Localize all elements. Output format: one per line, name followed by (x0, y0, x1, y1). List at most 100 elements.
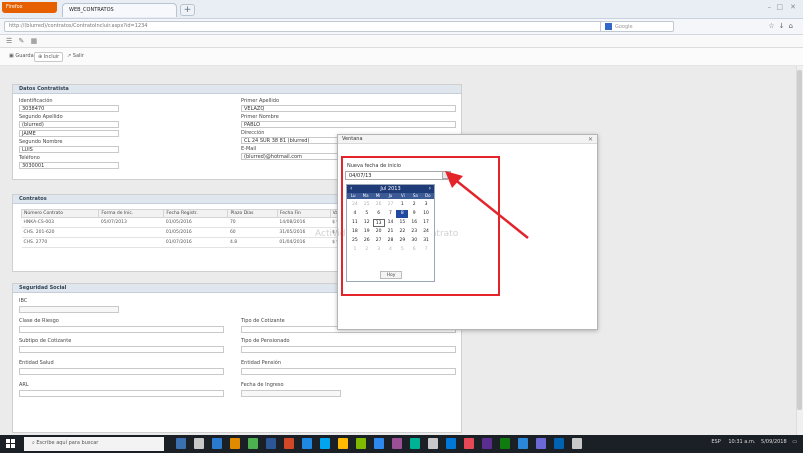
new-tab-button[interactable]: + (180, 4, 195, 16)
column-header[interactable]: Plazo Días (227, 209, 278, 218)
table-cell (98, 237, 164, 248)
segundo-nombre-field[interactable]: LUIS (19, 146, 119, 153)
column-header[interactable]: Forma de Inic. (98, 209, 165, 218)
guardar-label: Guardar (15, 53, 36, 59)
browser-navbar: http://(blurred)/contratos/ContratoInclu… (0, 19, 803, 35)
home-icon[interactable]: ⌂ (789, 22, 797, 30)
search-input[interactable]: Google (600, 21, 674, 32)
tipo-pensionado-label: Tipo de Pensionado (241, 338, 290, 344)
menu-icon[interactable]: ☰ (6, 37, 12, 45)
app-icon[interactable] (500, 438, 510, 449)
identificacion-field[interactable]: 3038470 (19, 105, 119, 112)
app-icon[interactable] (356, 438, 366, 449)
app-icon[interactable] (266, 438, 276, 449)
app-icon[interactable] (428, 438, 438, 449)
app-icon[interactable] (320, 438, 330, 449)
incluir-button[interactable]: ⊕ Incluir (34, 52, 64, 62)
url-text: http://(blurred)/contratos/ContratoInclu… (9, 23, 148, 29)
app-icon[interactable] (554, 438, 564, 449)
salir-label: Salir (72, 53, 84, 59)
app-icon[interactable] (248, 438, 258, 449)
app-icon[interactable] (338, 438, 348, 449)
clock-date[interactable]: 5/09/2018 (761, 439, 787, 445)
app-icon[interactable] (194, 438, 204, 449)
add-icon: ⊕ (38, 54, 43, 60)
tipo-cotizante-label: Tipo de Cotizante (241, 318, 285, 324)
primer-nombre-extra-field[interactable]: JAIME (19, 130, 119, 137)
arl-select[interactable] (19, 390, 224, 397)
firefox-menu-button[interactable]: Firefox (2, 2, 57, 13)
app-icon[interactable] (446, 438, 456, 449)
email-label: E-Mail (241, 146, 257, 152)
tab-title: WEB_CONTRATOS (69, 7, 114, 13)
clock-time[interactable]: 10:31 a.m. (728, 439, 755, 445)
windows-taskbar: ⌕ Escribe aquí para buscar ESP 10:31 a.m… (0, 435, 803, 453)
subtipo-cotizante-select[interactable] (19, 346, 224, 353)
segundo-apellido-field[interactable]: (blurred) (19, 121, 119, 128)
taskbar-search-text: Escribe aquí para buscar (36, 440, 99, 446)
ibc-field[interactable] (19, 306, 119, 313)
clase-riesgo-label: Clase de Riesgo (19, 318, 59, 324)
app-icon[interactable] (536, 438, 546, 449)
column-header[interactable]: Fecha Registr. (163, 209, 229, 218)
notification-icon[interactable]: ▭ (792, 439, 797, 445)
close-icon[interactable]: ✕ (588, 136, 593, 143)
app-icon[interactable] (374, 438, 384, 449)
app-icon[interactable] (482, 438, 492, 449)
close-window-icon[interactable]: ✕ (790, 3, 796, 11)
entidad-salud-label: Entidad Salud (19, 360, 54, 366)
app-icon[interactable] (284, 438, 294, 449)
entidad-pension-select[interactable] (241, 368, 456, 375)
app-icon[interactable] (572, 438, 582, 449)
taskbar-search-input[interactable]: ⌕ Escribe aquí para buscar (24, 437, 164, 451)
telefono-field[interactable]: 3030001 (19, 162, 119, 169)
windows-start-icon[interactable] (6, 439, 16, 449)
maximize-icon[interactable]: □ (776, 3, 783, 11)
url-bar[interactable]: http://(blurred)/contratos/ContratoInclu… (4, 21, 642, 32)
table-cell (98, 227, 164, 238)
app-icon[interactable] (230, 438, 240, 449)
entidad-salud-select[interactable] (19, 368, 224, 375)
primer-nombre-label: Primer Nombre (241, 114, 279, 120)
bookmark-icon[interactable]: ☆ (768, 22, 778, 30)
tray-language[interactable]: ESP (711, 439, 720, 445)
table-cell: 01/04/2016 (277, 237, 331, 248)
browser-toolbar-icons[interactable]: ☆↓⌂ (768, 22, 797, 30)
clase-riesgo-select[interactable] (19, 326, 224, 333)
app-icon[interactable] (410, 438, 420, 449)
primer-nombre-field[interactable]: PABLO (241, 121, 456, 128)
red-arrow-icon (445, 171, 529, 239)
app-icon[interactable] (212, 438, 222, 449)
tab-web-contratos[interactable]: WEB_CONTRATOS (62, 3, 177, 17)
direccion-label: Dirección (241, 130, 265, 136)
app-icon[interactable] (176, 438, 186, 449)
table-cell: CHS. 2770 (21, 237, 99, 248)
dialog-title: Ventana (338, 135, 597, 144)
grid-icon[interactable]: ▦ (31, 37, 38, 45)
panel-title: Datos Contratista (13, 85, 461, 94)
segundo-nombre-label: Segundo Nombre (19, 139, 63, 145)
table-cell: CHS. 201-620 (21, 227, 99, 238)
edit-icon[interactable]: ✎ (19, 37, 25, 45)
scrollbar-thumb[interactable] (797, 70, 802, 410)
app-icon[interactable] (464, 438, 474, 449)
column-header[interactable]: Fecha Fin (276, 209, 331, 218)
fecha-ingreso-label: Fecha de Ingreso (241, 382, 284, 388)
salir-button[interactable]: ↗ Salir (64, 52, 87, 62)
primer-apellido-field[interactable]: VELAZQ (241, 105, 456, 112)
app-icon[interactable] (518, 438, 528, 449)
column-header[interactable]: Número Contrato (20, 209, 100, 218)
app-icon[interactable] (392, 438, 402, 449)
tipo-pensionado-select[interactable] (241, 346, 456, 353)
fecha-ingreso-field[interactable] (241, 390, 341, 397)
identificacion-label: Identificación (19, 98, 53, 104)
table-cell: 05/07/2013 (98, 217, 164, 228)
exit-icon: ↗ (67, 53, 72, 59)
table-cell: 4.8 (227, 237, 278, 248)
download-icon[interactable]: ↓ (779, 22, 789, 30)
app-icon[interactable] (302, 438, 312, 449)
system-tray[interactable]: ESP 10:31 a.m. 5/09/2018 ▭ (711, 439, 797, 445)
telefono-label: Teléfono (19, 155, 40, 161)
browser-titlebar: Firefox WEB_CONTRATOS + – □ ✕ (0, 0, 803, 19)
minimize-icon[interactable]: – (768, 3, 772, 11)
